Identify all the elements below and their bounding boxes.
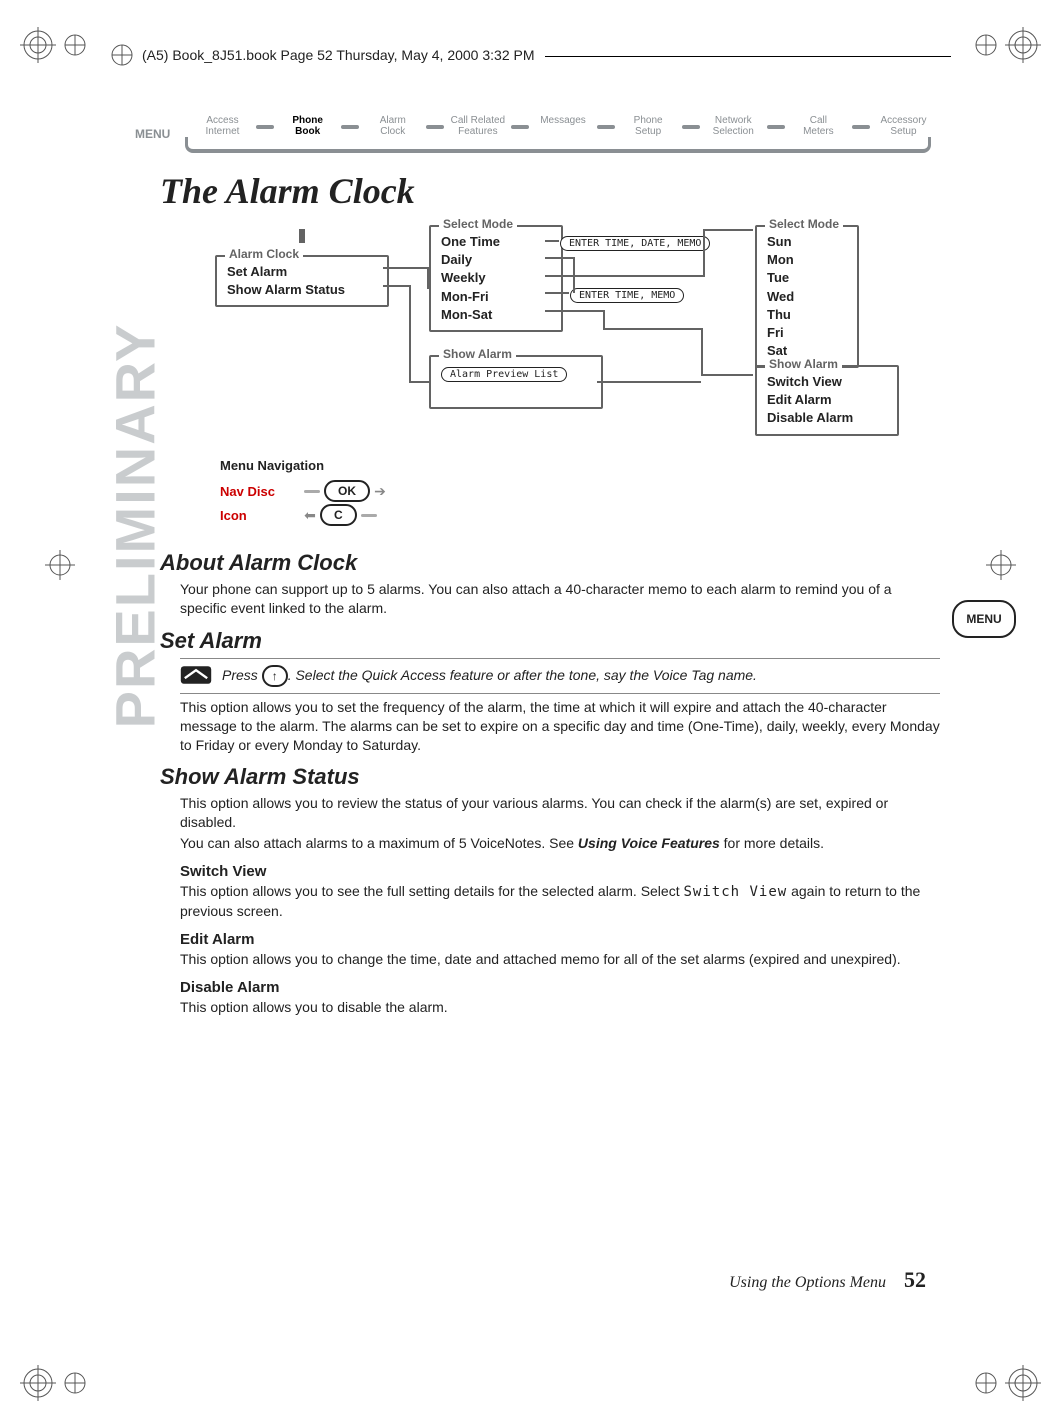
box-select-mode-days: Select Mode Sun Mon Tue Wed Thu Fri Sat bbox=[755, 225, 859, 368]
menu-badge: MENU bbox=[952, 600, 1016, 638]
menubar-item-alarm: AlarmClock bbox=[365, 115, 420, 137]
menu-path-bar: MENU AccessInternet PhoneBook AlarmClock Ca… bbox=[135, 115, 931, 155]
day-sun: Sun bbox=[767, 233, 847, 251]
page-title: The Alarm Clock bbox=[160, 170, 415, 212]
menu-label: MENU bbox=[135, 127, 170, 141]
para-set-alarm: This option allows you to set the freque… bbox=[180, 698, 940, 755]
connector-top bbox=[299, 229, 305, 243]
row-show-status: Show Alarm Status bbox=[227, 281, 377, 299]
opt-mon-sat: Mon-Sat bbox=[441, 306, 551, 324]
preliminary-watermark: PRELIMINARY bbox=[105, 293, 165, 758]
day-fri: Fri bbox=[767, 324, 847, 342]
menubar-item-call-related: Call RelatedFeatures bbox=[450, 115, 505, 137]
reg-mark-br bbox=[971, 1358, 1041, 1408]
page: (A5) Book_8J51.book Page 52 Thursday, Ma… bbox=[0, 0, 1061, 1428]
pill-enter-time-date-memo: ENTER TIME, DATE, MEMO bbox=[560, 233, 710, 251]
opt-one-time: One Time bbox=[441, 233, 551, 251]
menubar-item-network: NetworkSelection bbox=[706, 115, 761, 137]
c-button-icon: C bbox=[320, 504, 357, 526]
para-edit: This option allows you to change the tim… bbox=[180, 950, 940, 969]
nav-disc-legend: Menu Navigation Nav Disc OK➔ Icon ⬅C bbox=[220, 458, 570, 538]
para-switch: This option allows you to see the full s… bbox=[180, 882, 940, 921]
day-tue: Tue bbox=[767, 269, 847, 287]
menubar-connector bbox=[767, 125, 785, 129]
heading-show-status: Show Alarm Status bbox=[160, 764, 940, 790]
legend-show-alarm-b: Show Alarm bbox=[765, 357, 842, 371]
opt-mon-fri: Mon-Fri bbox=[441, 288, 551, 306]
opt-daily: Daily bbox=[441, 251, 551, 269]
arrow-left-icon: ⬅ bbox=[300, 507, 320, 524]
box-show-alarm-b: Show Alarm Switch View Edit Alarm Disabl… bbox=[755, 365, 899, 436]
menubar-connector bbox=[597, 125, 615, 129]
crop-mark-left bbox=[45, 550, 75, 580]
menubar-connector bbox=[426, 125, 444, 129]
opt-weekly: Weekly bbox=[441, 269, 551, 287]
opt-switch-view: Switch View bbox=[767, 373, 887, 391]
para-disable: This option allows you to disable the al… bbox=[180, 998, 940, 1017]
footer: Using the Options Menu 52 bbox=[729, 1267, 926, 1293]
reg-mark-tr bbox=[971, 20, 1041, 70]
file-header: (A5) Book_8J51.book Page 52 Thursday, Ma… bbox=[110, 40, 951, 70]
subhead-disable-alarm: Disable Alarm bbox=[180, 979, 940, 996]
legend-alarm-clock: Alarm Clock bbox=[225, 247, 303, 261]
menubar-connector bbox=[256, 125, 274, 129]
subhead-edit-alarm: Edit Alarm bbox=[180, 931, 940, 948]
menubar-item-phone: PhoneSetup bbox=[621, 115, 676, 137]
box-show-alarm-a: Show Alarm Alarm Preview List bbox=[429, 355, 603, 409]
footer-text: Using the Options Menu bbox=[729, 1274, 886, 1291]
voice-tag-tip: Press ↑. Select the Quick Access feature… bbox=[180, 658, 940, 694]
opt-edit-alarm: Edit Alarm bbox=[767, 391, 887, 409]
box-select-mode-a: Select Mode One Time Daily Weekly Mon-Fr… bbox=[429, 225, 563, 332]
framemaker-icon bbox=[110, 43, 134, 67]
day-mon: Mon bbox=[767, 251, 847, 269]
menubar-connector bbox=[682, 125, 700, 129]
para-about: Your phone can support up to 5 alarms. Y… bbox=[180, 580, 940, 618]
subhead-switch-view: Switch View bbox=[180, 863, 940, 880]
up-arrow-button-icon: ↑ bbox=[262, 665, 288, 687]
nav-disc-label: Nav Disc bbox=[220, 484, 300, 499]
ok-button-icon: OK bbox=[324, 480, 370, 502]
menubar-item-messages: Messages bbox=[536, 115, 591, 126]
voice-tag-text: Press ↑. Select the Quick Access feature… bbox=[222, 665, 757, 687]
menubar-item-accessory: AccessorySetup bbox=[876, 115, 931, 137]
heading-about: About Alarm Clock bbox=[160, 550, 940, 576]
file-header-text: (A5) Book_8J51.book Page 52 Thursday, Ma… bbox=[142, 47, 535, 63]
menu-navigation-header: Menu Navigation bbox=[220, 458, 570, 473]
box-alarm-clock: Alarm Clock Set Alarm Show Alarm Status bbox=[215, 255, 389, 307]
day-wed: Wed bbox=[767, 288, 847, 306]
reg-mark-tl bbox=[20, 20, 90, 70]
quick-access-icon bbox=[180, 665, 212, 685]
menubar-item-call: CallMeters bbox=[791, 115, 846, 137]
legend-select-mode-b: Select Mode bbox=[765, 217, 843, 231]
menubar-connector bbox=[341, 125, 359, 129]
menubar-connector bbox=[852, 125, 870, 129]
arrow-right-icon: ➔ bbox=[370, 483, 390, 500]
menubar-item-phone: PhoneBook bbox=[280, 115, 335, 137]
crop-mark-right bbox=[986, 550, 1016, 580]
reg-mark-bl bbox=[20, 1358, 90, 1408]
legend-show-alarm-a: Show Alarm bbox=[439, 347, 516, 361]
legend-select-mode-a: Select Mode bbox=[439, 217, 517, 231]
menubar-item-access: AccessInternet bbox=[195, 115, 250, 137]
row-set-alarm: Set Alarm bbox=[227, 263, 377, 281]
body-content: About Alarm Clock Your phone can support… bbox=[160, 540, 940, 1019]
para-status-2: You can also attach alarms to a maximum … bbox=[180, 834, 940, 853]
para-status-1: This option allows you to review the sta… bbox=[180, 794, 940, 832]
heading-set-alarm: Set Alarm bbox=[160, 628, 940, 654]
opt-disable-alarm: Disable Alarm bbox=[767, 409, 887, 427]
header-rule bbox=[545, 56, 952, 57]
nav-icon-label: Icon bbox=[220, 508, 300, 523]
day-thu: Thu bbox=[767, 306, 847, 324]
page-number: 52 bbox=[904, 1267, 926, 1292]
pill-enter-time-memo: ENTER TIME, MEMO bbox=[570, 285, 684, 303]
pill-alarm-preview: Alarm Preview List bbox=[441, 367, 567, 382]
menubar-connector bbox=[511, 125, 529, 129]
